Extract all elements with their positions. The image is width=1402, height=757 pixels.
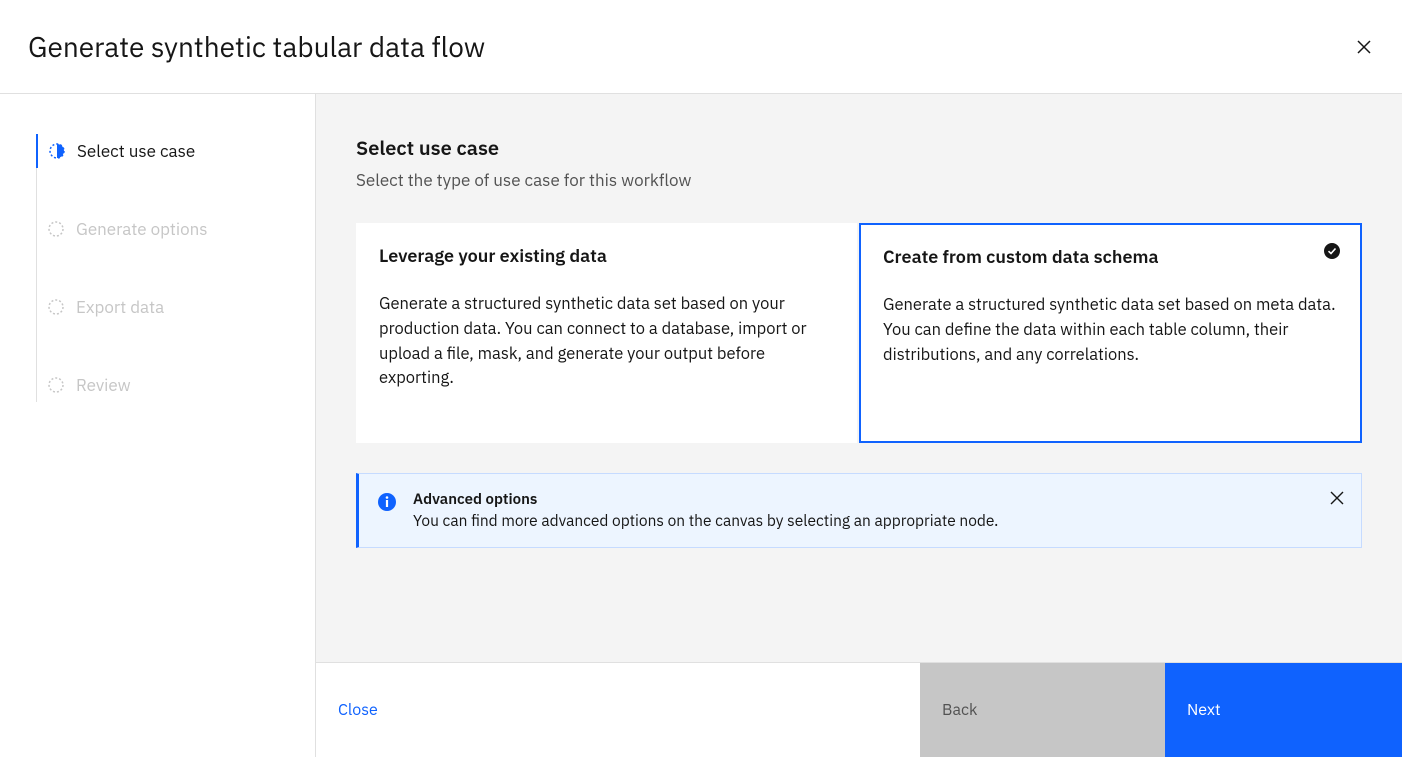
close-button[interactable]: Close — [316, 663, 920, 757]
modal-body: Select use case Generate options Export … — [0, 94, 1402, 757]
close-modal-button[interactable] — [1354, 37, 1374, 57]
next-button[interactable]: Next — [1165, 663, 1402, 757]
close-icon — [1356, 39, 1372, 55]
step-label: Generate options — [76, 218, 208, 240]
step-label: Review — [76, 374, 131, 396]
modal-title: Generate synthetic tabular data flow — [28, 28, 485, 65]
section-subtitle: Select the type of use case for this wor… — [356, 169, 1362, 191]
info-title: Advanced options — [413, 490, 998, 509]
card-leverage-existing[interactable]: Leverage your existing data Generate a s… — [356, 223, 857, 443]
step-label: Select use case — [77, 140, 195, 162]
back-button[interactable]: Back — [920, 663, 1165, 757]
info-body: You can find more advanced options on th… — [413, 511, 998, 531]
card-title: Leverage your existing data — [379, 244, 834, 267]
close-icon — [1330, 491, 1344, 505]
step-current-icon — [49, 143, 65, 159]
section-heading: Select use case — [356, 134, 1362, 161]
step-pending-icon — [48, 377, 64, 393]
info-text: Advanced options You can find more advan… — [413, 490, 998, 531]
info-banner: Advanced options You can find more advan… — [356, 473, 1362, 548]
step-list: Select use case Generate options Export … — [36, 134, 315, 402]
step-select-use-case[interactable]: Select use case — [36, 134, 314, 168]
step-review: Review — [36, 368, 314, 402]
main-panel: Select use case Select the type of use c… — [316, 94, 1402, 757]
info-icon — [377, 492, 397, 512]
step-label: Export data — [76, 296, 164, 318]
card-title: Create from custom data schema — [883, 245, 1338, 268]
main-content: Select use case Select the type of use c… — [316, 94, 1402, 662]
card-custom-schema[interactable]: Create from custom data schema Generate … — [859, 223, 1362, 443]
step-pending-icon — [48, 221, 64, 237]
card-description: Generate a structured synthetic data set… — [379, 291, 834, 390]
use-case-cards: Leverage your existing data Generate a s… — [356, 223, 1362, 443]
step-export-data: Export data — [36, 290, 314, 324]
modal-header: Generate synthetic tabular data flow — [0, 0, 1402, 94]
wizard-sidebar: Select use case Generate options Export … — [0, 94, 316, 757]
info-close-button[interactable] — [1327, 488, 1347, 508]
checkmark-icon — [1324, 243, 1340, 259]
wizard-footer: Close Back Next — [316, 662, 1402, 757]
step-generate-options: Generate options — [36, 212, 314, 246]
card-description: Generate a structured synthetic data set… — [883, 292, 1338, 366]
step-pending-icon — [48, 299, 64, 315]
